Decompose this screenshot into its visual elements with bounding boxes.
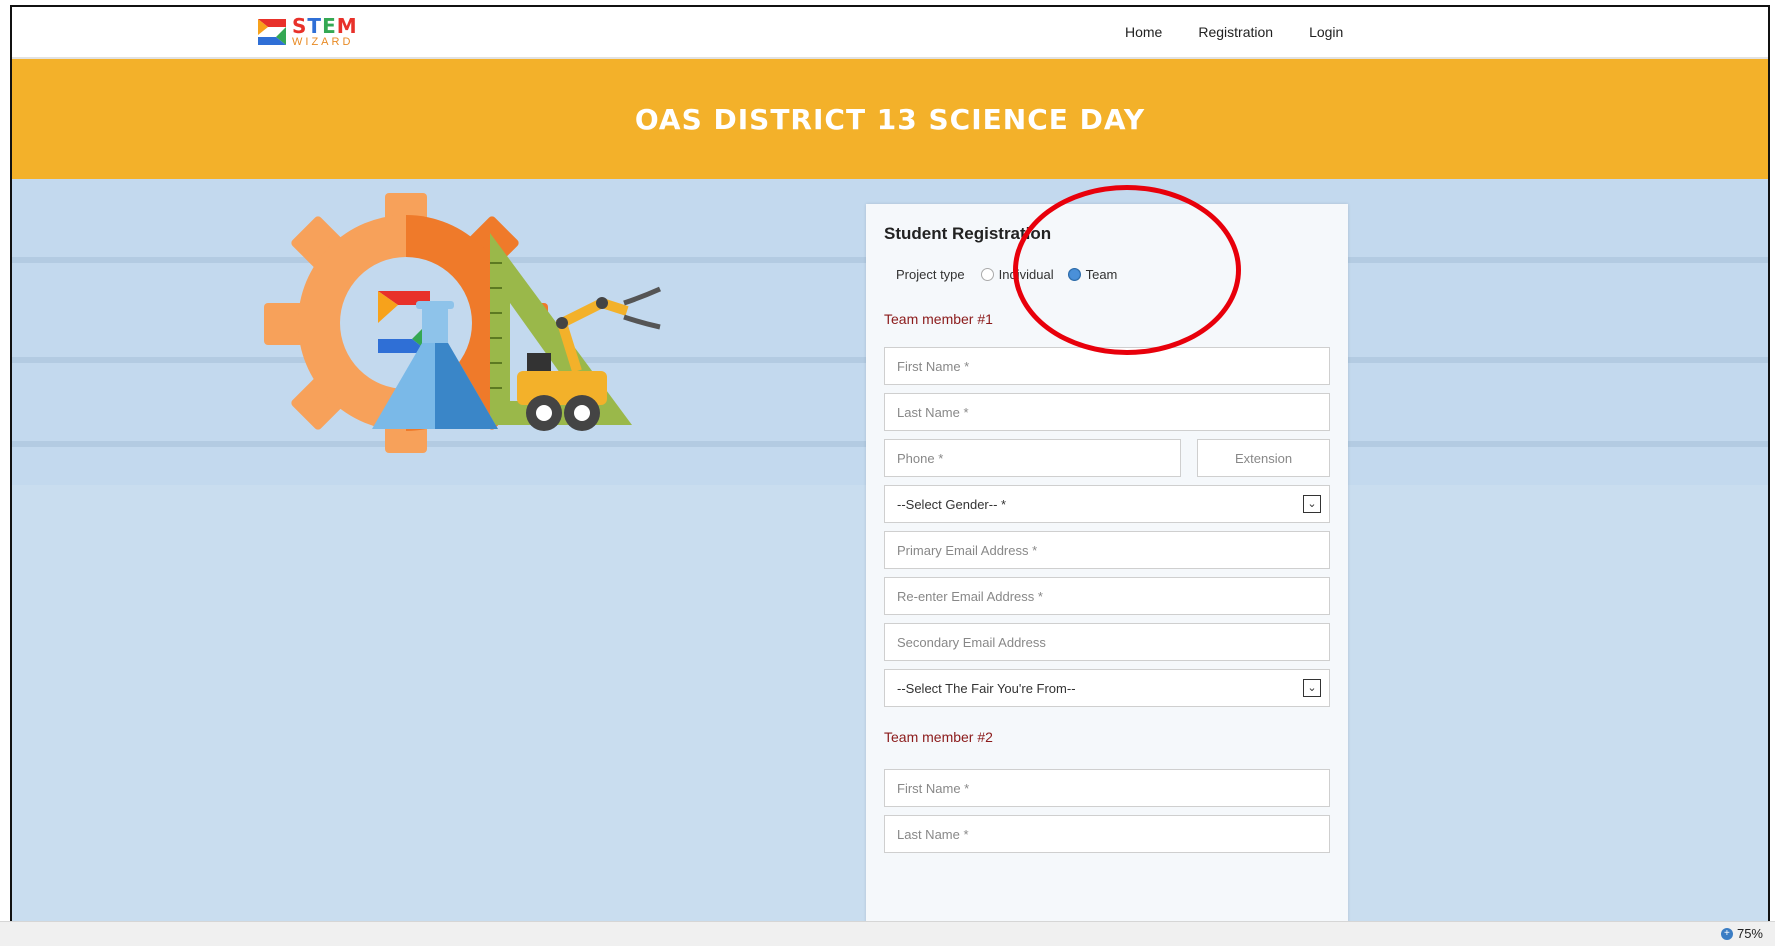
nav-links: Home Registration Login — [1125, 24, 1343, 40]
gender-select-value: --Select Gender-- * — [897, 496, 1007, 512]
member1-fair-select[interactable]: --Select The Fair You're From-- ⌄ — [884, 669, 1330, 707]
browser-frame: STEM WIZARD Home Registration Login OAS … — [10, 5, 1770, 943]
member1-gender-select[interactable]: --Select Gender-- * ⌄ — [884, 485, 1330, 523]
team-member-1-heading: Team member #1 — [884, 311, 993, 327]
member2-last-name-input[interactable]: Last Name * — [884, 815, 1330, 853]
logo-wizard-text: WIZARD — [292, 36, 354, 48]
zoom-level: 75% — [1736, 926, 1763, 941]
team-member-2-heading: Team member #2 — [884, 729, 993, 745]
member2-first-name-input[interactable]: First Name * — [884, 769, 1330, 807]
nav-registration-link[interactable]: Registration — [1198, 24, 1273, 40]
page-title: OAS DISTRICT 13 SCIENCE DAY — [634, 102, 1146, 136]
stem-wizard-logo[interactable]: STEM WIZARD — [256, 16, 358, 48]
nav-login-link[interactable]: Login — [1309, 24, 1343, 40]
annotation-ring — [1013, 185, 1241, 355]
logo-stem-text: STEM — [292, 14, 358, 38]
chevron-down-icon[interactable]: ⌄ — [1303, 679, 1321, 697]
top-navbar: STEM WIZARD Home Registration Login — [12, 7, 1768, 59]
member1-reenter-email-input[interactable]: Re-enter Email Address * — [884, 577, 1330, 615]
member1-primary-email-input[interactable]: Primary Email Address * — [884, 531, 1330, 569]
logo-wordmark: STEM WIZARD — [292, 16, 358, 48]
browser-status-bar: + 75% — [0, 921, 1775, 946]
zoom-icon: + — [1720, 927, 1733, 940]
fair-select-value: --Select The Fair You're From-- — [897, 680, 1076, 696]
chevron-down-icon[interactable]: ⌄ — [1303, 495, 1321, 513]
member1-extension-input[interactable]: Extension — [1197, 439, 1330, 477]
page-banner: OAS DISTRICT 13 SCIENCE DAY — [12, 59, 1768, 179]
stem-illustration — [264, 193, 662, 453]
member1-secondary-email-input[interactable]: Secondary Email Address — [884, 623, 1330, 661]
logo-icon — [258, 19, 286, 45]
member1-phone-input[interactable]: Phone * — [884, 439, 1181, 477]
radio-individual-button[interactable] — [980, 268, 994, 281]
zoom-indicator[interactable]: + 75% — [1720, 926, 1763, 941]
member1-last-name-input[interactable]: Last Name * — [884, 393, 1330, 431]
project-type-label: Project type — [896, 267, 965, 282]
nav-home-link[interactable]: Home — [1125, 24, 1162, 40]
